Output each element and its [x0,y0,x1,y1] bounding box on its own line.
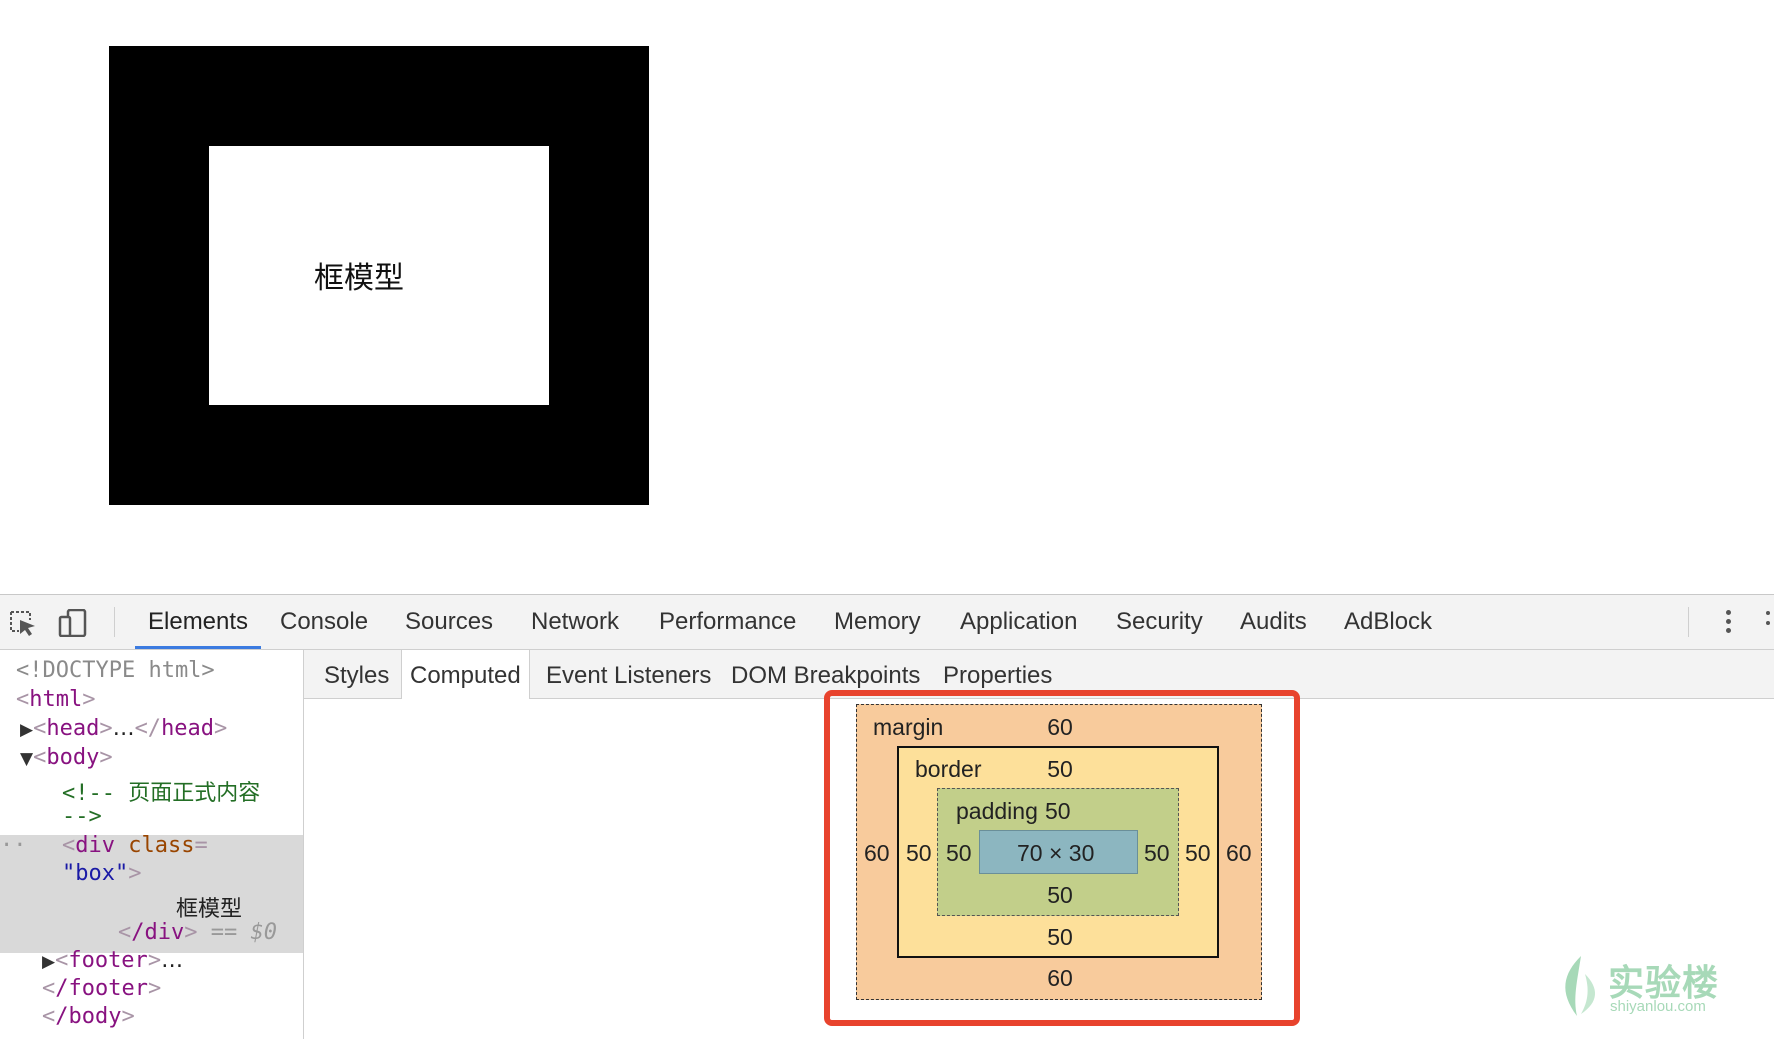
leaf-logo-icon [1565,956,1596,1016]
margin-left-value[interactable]: 60 [864,840,890,867]
device-toolbar-icon[interactable] [58,609,88,637]
head-ellipsis: … [112,716,135,741]
doctype-text: <!DOCTYPE html> [16,658,215,683]
div-text: 框模型 [176,897,243,922]
margin-bottom-value[interactable]: 60 [1030,965,1090,992]
collapse-triangle-icon[interactable]: ▼ [20,749,33,769]
div-close-tag: /div [131,920,185,945]
dom-node-html[interactable]: <html> [16,687,95,712]
border-top-value[interactable]: 50 [1030,756,1090,783]
tab-console[interactable]: Console [280,595,368,649]
div-attr-value: "box" [62,861,129,886]
tab-application[interactable]: Application [960,595,1077,649]
toolbar-divider-right [1688,607,1689,637]
dom-node-div-attr[interactable]: "box"> [62,861,141,886]
head-tag: head [46,716,100,741]
body-tag: body [46,745,100,770]
padding-bottom-value[interactable]: 50 [1030,882,1090,909]
margin-right-value[interactable]: 60 [1226,840,1252,867]
tab-sources[interactable]: Sources [405,595,493,649]
tab-audits[interactable]: Audits [1240,595,1307,649]
row-marker: ·· [0,833,27,858]
footer-tag: footer [68,948,148,973]
padding-label: padding [956,798,1038,824]
padding-right-value[interactable]: 50 [1144,840,1170,867]
demo-box[interactable]: 框模型 [109,46,649,505]
dom-node-comment-end[interactable]: --> [62,804,102,829]
expand-triangle-icon[interactable]: ▶ [20,720,33,740]
inspect-element-icon[interactable] [8,609,38,637]
dom-node-head[interactable]: ▶<head>…</head> [20,716,227,741]
toolbar-divider [114,607,115,637]
tab-memory[interactable]: Memory [834,595,921,649]
watermark-subtext: shiyanlou.com [1610,998,1706,1015]
border-bottom-value[interactable]: 50 [1030,924,1090,951]
div-attr-name: class [128,833,195,858]
padding-left-value[interactable]: 50 [946,840,972,867]
dom-node-div-close[interactable]: </div> == $0 [118,920,277,945]
dom-tree: <!DOCTYPE html> <html> ▶<head>…</head> ▼… [0,650,304,1039]
margin-label: margin [873,714,944,740]
border-label: border [915,756,982,782]
body-close-tag: /body [55,1004,122,1029]
page-viewport: 框模型 [0,0,1774,594]
tab-network[interactable]: Network [531,595,619,649]
padding-top-value[interactable]: 50 [1045,798,1071,825]
shiyanlou-watermark: 实验楼 shiyanlou.com [1555,954,1735,1018]
comment-text-2: --> [62,804,102,829]
dom-node-div-text[interactable]: 框模型 [176,891,242,923]
dom-node-div-marker: ·· [0,833,27,858]
margin-top-value[interactable]: 60 [1030,714,1090,741]
tab-elements[interactable]: Elements [135,595,262,649]
dom-node-body[interactable]: ▼<body> [20,745,113,770]
tab-performance[interactable]: Performance [659,595,796,649]
dom-node-footer-close[interactable]: </footer> [42,976,161,1001]
devtools-toolbar: Elements Console Sources Network Perform… [0,595,1774,650]
html-tag: html [29,687,83,712]
dom-node-doctype[interactable]: <!DOCTYPE html> [16,658,215,683]
dom-node-div[interactable]: <div class= [62,833,208,858]
tab-security[interactable]: Security [1116,595,1203,649]
border-right-value[interactable]: 50 [1185,840,1211,867]
content-size-value[interactable]: 70 × 30 [1017,840,1094,867]
subtab-event-listeners[interactable]: Event Listeners [546,650,711,698]
subtab-computed[interactable]: Computed [401,650,530,699]
expand-triangle-icon[interactable]: ▶ [42,952,55,972]
div-tag: div [75,833,115,858]
dom-node-comment[interactable]: <!-- 页面正式内容 [62,775,260,807]
subtab-styles[interactable]: Styles [324,650,389,698]
footer-ellipsis: … [161,948,184,973]
demo-box-text: 框模型 [314,260,404,296]
footer-close-tag: /footer [55,976,148,1001]
head-close-tag: head [161,716,215,741]
tab-adblock[interactable]: AdBlock [1344,595,1432,649]
dom-node-footer[interactable]: ▶<footer>… [42,948,183,973]
dock-menu-icon[interactable] [1762,607,1774,639]
dom-node-body-close[interactable]: </body> [42,1004,135,1029]
comment-text-1: <!-- 页面正式内容 [62,781,261,806]
more-vertical-icon[interactable] [1718,607,1738,639]
border-left-value[interactable]: 50 [906,840,932,867]
selected-marker: == $0 [210,920,277,945]
